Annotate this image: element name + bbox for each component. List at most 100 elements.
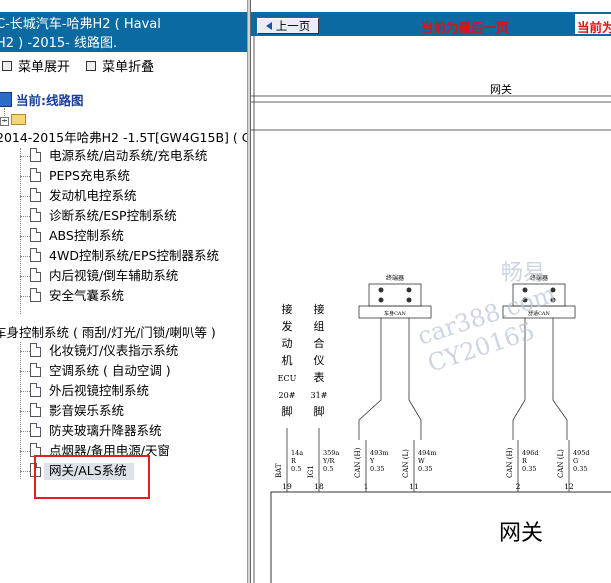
wire-path: [358, 318, 382, 440]
page-icon: [30, 288, 41, 302]
collapse-node-icon[interactable]: −: [0, 117, 9, 126]
tree-item-label: PEPS充电系统: [49, 168, 130, 183]
tree-model-node[interactable]: 2014-2015年哈弗H2 -1.5T[GW4G15B] ( C: [0, 129, 247, 147]
signal-label: CAN (H): [506, 447, 514, 478]
folder-icon: [11, 114, 26, 125]
tree-item-label: 内后视镜/倒车辅助系统: [49, 268, 179, 283]
tree-connector: [20, 471, 30, 472]
tree-item[interactable]: 防夹玻璃升降器系统: [20, 422, 162, 440]
diagram-header-label: 网关: [490, 82, 512, 96]
tree-folder[interactable]: −: [0, 111, 26, 129]
page-icon: [30, 268, 41, 282]
tree-item[interactable]: PEPS充电系统: [20, 167, 130, 185]
expand-menu-button[interactable]: 菜单展开: [0, 56, 70, 75]
vertical-label-char: 仪: [314, 354, 325, 367]
collapse-menu-label: 菜单折叠: [102, 60, 155, 75]
expand-menu-label: 菜单展开: [18, 60, 71, 75]
pin-number: 2: [516, 482, 521, 491]
wire-code: 359a: [323, 449, 339, 457]
vertical-label-char: 发: [282, 319, 293, 333]
wire-code: 495d: [573, 449, 590, 457]
tree-item-label: 空调系统 ( 自动空调 ): [49, 363, 171, 378]
tree-connector: [20, 451, 30, 452]
wire-code: G: [573, 457, 578, 465]
vertical-label-char: 动: [282, 337, 293, 350]
page-icon: [30, 363, 41, 377]
wire-code: 14a: [291, 449, 303, 457]
collapse-menu-button[interactable]: 菜单折叠: [84, 56, 154, 75]
tree-item-label: 影音娱乐系统: [49, 403, 125, 418]
page-icon: [30, 343, 41, 357]
tree-item[interactable]: 电源系统/启动系统/充电系统: [20, 147, 208, 165]
wire-code: W: [418, 457, 425, 465]
signal-label: CAN (L): [557, 449, 565, 478]
terminal-box-left: [368, 283, 422, 307]
tree-item-label: 安全气囊系统: [49, 288, 125, 303]
tree-item-label: 发动机电控系统: [49, 188, 137, 203]
collapse-icon: [86, 60, 97, 71]
wire-code: 0.5: [323, 465, 333, 473]
tree-item[interactable]: 发动机电控系统: [20, 187, 137, 205]
tree-model-label: 2014-2015年哈弗H2 -1.5T[GW4G15B] ( C: [0, 130, 247, 145]
pin-number: 12: [564, 482, 574, 491]
vertical-label-char: 机: [282, 353, 293, 367]
signal-label: CAN (L): [402, 449, 410, 478]
vertical-label-char: 脚: [314, 404, 325, 418]
wire-code: 0.35: [573, 465, 587, 473]
pin-number: 18: [314, 482, 324, 491]
tree-item[interactable]: 外后视镜控制系统: [20, 382, 150, 400]
gateway-module-box: [270, 491, 611, 583]
document-title-line1: C-长城汽车-哈弗H2 ( Haval: [0, 17, 161, 32]
tree-item-label: 4WD控制系统/EPS控制器系统: [49, 248, 220, 263]
document-title-line2: H2 ) -2015- 线路图.: [0, 36, 118, 51]
tree-connector: [20, 256, 30, 257]
wire-code: Y/R: [322, 457, 335, 465]
tree-connector: [20, 351, 30, 352]
tree-root[interactable]: 当前:线路图: [0, 92, 84, 110]
pin-number: 1: [364, 482, 369, 491]
vertical-label-char: 接: [282, 303, 293, 316]
document-title: C-长城汽车-哈弗H2 ( Haval H2 ) -2015- 线路图.: [0, 12, 247, 52]
tree-item-label: ABS控制系统: [49, 228, 124, 243]
wire-code: 496d: [522, 449, 539, 457]
page-icon: [30, 148, 41, 162]
tree-connector: [20, 148, 21, 314]
tree-body-group-label: 车身控制系统 ( 雨刮/灯光/门锁/喇叭等 ): [0, 325, 216, 340]
wire-code: 0.35: [522, 465, 536, 473]
wire-code: R: [522, 457, 528, 465]
book-icon: [0, 92, 12, 107]
pin-number: 11: [409, 482, 419, 491]
page-icon: [30, 423, 41, 437]
tree-item[interactable]: 安全气囊系统: [20, 287, 125, 305]
page-icon: [30, 403, 41, 417]
wire-code: 493m: [370, 449, 389, 457]
tree-item-label: 外后视镜控制系统: [49, 383, 150, 398]
tree-item[interactable]: 内后视镜/倒车辅助系统: [20, 267, 179, 285]
tree-connector: [20, 371, 30, 372]
wire-code: R: [291, 457, 297, 465]
tree-connector: [20, 431, 30, 432]
tree-item[interactable]: 诊断系统/ESP控制系统: [20, 207, 177, 225]
pin-number: 19: [282, 482, 292, 491]
vertical-label-char: 20#: [279, 391, 296, 400]
page-icon: [30, 208, 41, 222]
vertical-label-char: 接: [314, 303, 325, 316]
page-icon: [30, 168, 41, 182]
tree-item[interactable]: 空调系统 ( 自动空调 ): [20, 362, 171, 380]
vertical-label-char: 31#: [311, 391, 328, 400]
tree-connector: [20, 276, 30, 277]
tree-body-group[interactable]: 车身控制系统 ( 雨刮/灯光/门锁/喇叭等 ): [0, 324, 216, 342]
wire-code: 0.35: [370, 465, 384, 473]
signal-label: IG1: [307, 465, 315, 478]
tree-item[interactable]: 影音娱乐系统: [20, 402, 125, 420]
tree-item-label: 诊断系统/ESP控制系统: [49, 208, 177, 223]
tree-connector: [20, 176, 30, 177]
tree-item[interactable]: 化妆镜灯/仪表指示系统: [20, 342, 178, 360]
page-icon: [30, 228, 41, 242]
tree-item[interactable]: 4WD控制系统/EPS控制器系统: [20, 247, 220, 265]
tree-root-label: 当前:线路图: [16, 93, 84, 108]
page-icon: [30, 188, 41, 202]
tree-item[interactable]: ABS控制系统: [20, 227, 124, 245]
tree-item-label: 电源系统/启动系统/充电系统: [49, 148, 208, 163]
watermark-line1: 畅易: [501, 261, 545, 286]
